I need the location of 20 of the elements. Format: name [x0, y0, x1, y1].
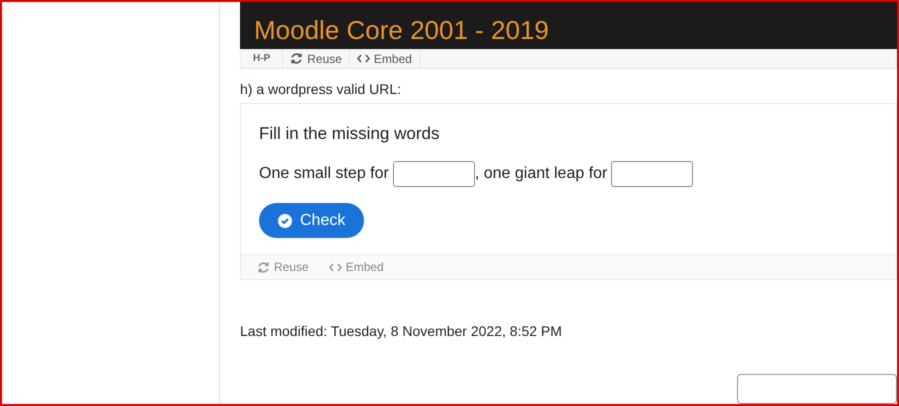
activity-title: Fill in the missing words [259, 122, 440, 144]
logo[interactable]: H-P [241, 50, 284, 68]
answer-field[interactable] [611, 161, 694, 187]
banner-title: Moodle Core 2001 - 2019 [254, 16, 549, 42]
reuse-icon [290, 52, 304, 65]
toolbar-button[interactable]: Embed [350, 50, 420, 68]
sentence-text: , one giant leap for [474, 164, 608, 184]
question-label: h) a wordpress valid URL: [240, 80, 402, 99]
code-icon [356, 54, 370, 63]
sentence-text: One small step for [259, 164, 389, 184]
footer-button[interactable]: Reuse [257, 258, 309, 276]
code-icon [328, 262, 342, 272]
check-icon [278, 214, 292, 228]
jump-to-select[interactable] [737, 374, 897, 404]
last-modified: Last modified: Tuesday, 8 November 2022, 8:52 PM [240, 322, 563, 341]
footer-button[interactable]: Embed [328, 258, 384, 276]
answer-field[interactable] [392, 161, 475, 187]
reuse-icon [257, 260, 270, 274]
check-button[interactable]: Check [259, 203, 364, 238]
toolbar-button[interactable]: Reuse [283, 50, 350, 68]
